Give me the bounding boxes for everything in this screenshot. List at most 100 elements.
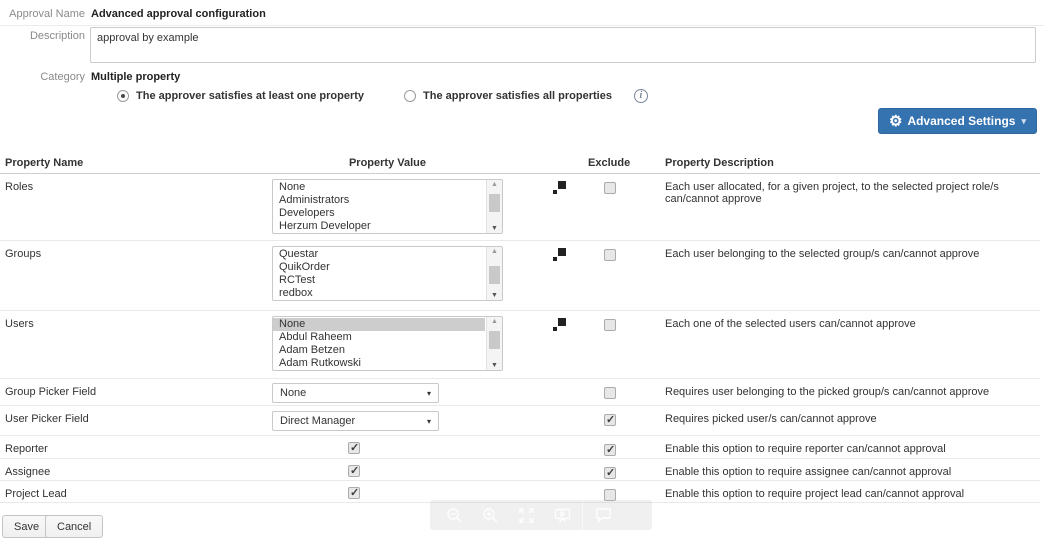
- description-input[interactable]: approval by example: [90, 27, 1036, 63]
- list-option[interactable]: R4IS/Prime: [273, 300, 485, 301]
- list-option[interactable]: RCTest: [273, 274, 485, 287]
- gear-icon: ⚙: [889, 114, 902, 129]
- list-option[interactable]: Developers: [273, 207, 485, 220]
- header-property-value: Property Value: [272, 157, 503, 169]
- exclude-checkbox[interactable]: [604, 319, 616, 331]
- select-value: Direct Manager: [280, 415, 355, 427]
- scroll-down-icon[interactable]: ▼: [487, 225, 502, 232]
- property-value-checkbox[interactable]: [348, 465, 360, 477]
- scroll-thumb[interactable]: [489, 194, 500, 212]
- radio-at-least-one-label[interactable]: The approver satisfies at least one prop…: [136, 90, 364, 102]
- header-property-description: Property Description: [665, 157, 774, 169]
- scrollbar[interactable]: ▲▼: [486, 180, 502, 233]
- table-row: ReporterEnable this option to require re…: [0, 436, 1040, 459]
- property-value-checkbox[interactable]: [348, 487, 360, 499]
- table-row: Assignee Enable this option to require as…: [0, 459, 1040, 481]
- list-option[interactable]: Herzum Developer: [273, 220, 485, 233]
- property-value-multiselect[interactable]: QuestarQuikOrderRCTestredboxR4IS/Prime▲▼: [272, 246, 503, 301]
- advanced-settings-button[interactable]: ⚙ Advanced Settings ▾: [878, 108, 1037, 134]
- approval-name-value: Advanced approval configuration: [91, 8, 266, 20]
- table-row: User Picker Field Direct Manager ▾ Requires…: [0, 406, 1040, 436]
- comment-bubble-icon[interactable]: [585, 507, 621, 524]
- exclude-checkbox[interactable]: [604, 249, 616, 261]
- option-list: NoneAbdul RaheemAdam BetzenAdam Rutkowsk…: [273, 318, 485, 371]
- table-row: Roles NoneAdministratorsDevelopersHerzum …: [0, 174, 1040, 241]
- advanced-settings-label: Advanced Settings: [907, 114, 1015, 128]
- table-row: Groups QuestarQuikOrderRCTestredboxR4IS/P…: [0, 241, 1040, 311]
- list-option[interactable]: Adam Betzen: [273, 344, 485, 357]
- property-name-cell: Project Lead: [5, 488, 67, 500]
- property-name-cell: Users: [5, 318, 34, 330]
- radio-all-properties[interactable]: [404, 90, 416, 102]
- property-value-select[interactable]: None▾: [272, 383, 439, 403]
- description-label: Description: [0, 30, 85, 42]
- info-icon[interactable]: i: [634, 89, 648, 103]
- property-description-cell: Each user allocated, for a given project…: [665, 181, 1037, 205]
- exclude-checkbox[interactable]: [604, 182, 616, 194]
- scrollbar[interactable]: ▲▼: [486, 247, 502, 300]
- property-description-cell: Enable this option to require reporter c…: [665, 443, 1037, 455]
- expand-icon[interactable]: [553, 248, 566, 261]
- radio-all-label[interactable]: The approver satisfies all properties: [423, 90, 612, 102]
- property-description-cell: Each one of the selected users can/canno…: [665, 318, 1037, 330]
- zoom-in-icon[interactable]: [472, 507, 508, 524]
- property-description-cell: Each user belonging to the selected grou…: [665, 248, 1037, 260]
- list-option[interactable]: redbox: [273, 287, 485, 300]
- save-button[interactable]: Save: [2, 515, 51, 538]
- property-name-cell: Groups: [5, 248, 41, 260]
- exclude-checkbox[interactable]: [604, 414, 616, 426]
- header-exclude: Exclude: [588, 157, 630, 169]
- presentation-icon[interactable]: [544, 507, 580, 524]
- expand-icon[interactable]: [553, 181, 566, 194]
- chevron-down-icon: ▾: [1021, 116, 1026, 127]
- list-option[interactable]: Questar: [273, 248, 485, 261]
- list-option[interactable]: Administrators: [273, 194, 485, 207]
- property-description-cell: Enable this option to require project le…: [665, 488, 1037, 500]
- property-description-cell: Enable this option to require assignee c…: [665, 466, 1037, 478]
- expand-icon[interactable]: [553, 318, 566, 331]
- chevron-down-icon: ▾: [427, 389, 431, 398]
- cancel-button[interactable]: Cancel: [45, 515, 103, 538]
- divider: [0, 25, 1044, 26]
- property-value-multiselect[interactable]: NoneAbdul RaheemAdam BetzenAdam Rutkowsk…: [272, 316, 503, 371]
- header-property-name: Property Name: [5, 157, 83, 169]
- list-option[interactable]: Adriana Alves: [273, 370, 485, 371]
- fullscreen-icon[interactable]: [508, 507, 544, 524]
- property-description-cell: Requires picked user/s can/cannot approv…: [665, 413, 1037, 425]
- scroll-up-icon[interactable]: ▲: [487, 318, 502, 325]
- scroll-down-icon[interactable]: ▼: [487, 292, 502, 299]
- scrollbar[interactable]: ▲▼: [486, 317, 502, 370]
- table-row: Group Picker Field None▾ Requires user bel…: [0, 379, 1040, 406]
- property-name-cell: User Picker Field: [5, 413, 89, 425]
- property-name-cell: Group Picker Field: [5, 386, 96, 398]
- list-option[interactable]: None: [273, 181, 485, 194]
- property-value-multiselect[interactable]: NoneAdministratorsDevelopersHerzum Devel…: [272, 179, 503, 234]
- property-value-select[interactable]: Direct Manager ▾: [272, 411, 439, 431]
- viewer-overlay-toolbar: [430, 500, 652, 530]
- list-option[interactable]: Service Desk Collaborators: [273, 233, 485, 234]
- exclude-checkbox[interactable]: [604, 467, 616, 479]
- properties-table: Property Name Property Value Exclude Pro…: [0, 152, 1040, 503]
- property-name-cell: Roles: [5, 181, 33, 193]
- list-option[interactable]: None: [273, 318, 485, 331]
- approval-configuration-page: Approval Name Advanced approval configur…: [0, 0, 1044, 552]
- radio-at-least-one-property[interactable]: [117, 90, 129, 102]
- list-option[interactable]: Abdul Raheem: [273, 331, 485, 344]
- category-value: Multiple property: [91, 71, 180, 83]
- scroll-down-icon[interactable]: ▼: [487, 362, 502, 369]
- exclude-checkbox[interactable]: [604, 387, 616, 399]
- zoom-out-icon[interactable]: [436, 507, 472, 524]
- property-description-cell: Requires user belonging to the picked gr…: [665, 386, 1037, 398]
- toolbar-divider: [582, 500, 583, 530]
- property-name-cell: Assignee: [5, 466, 50, 478]
- property-value-checkbox[interactable]: [348, 442, 360, 454]
- category-label: Category: [0, 71, 85, 83]
- scroll-thumb[interactable]: [489, 266, 500, 284]
- list-option[interactable]: Adam Rutkowski: [273, 357, 485, 370]
- scroll-up-icon[interactable]: ▲: [487, 248, 502, 255]
- scroll-thumb[interactable]: [489, 331, 500, 349]
- list-option[interactable]: QuikOrder: [273, 261, 485, 274]
- scroll-up-icon[interactable]: ▲: [487, 181, 502, 188]
- exclude-checkbox[interactable]: [604, 444, 616, 456]
- chevron-down-icon: ▾: [427, 417, 431, 426]
